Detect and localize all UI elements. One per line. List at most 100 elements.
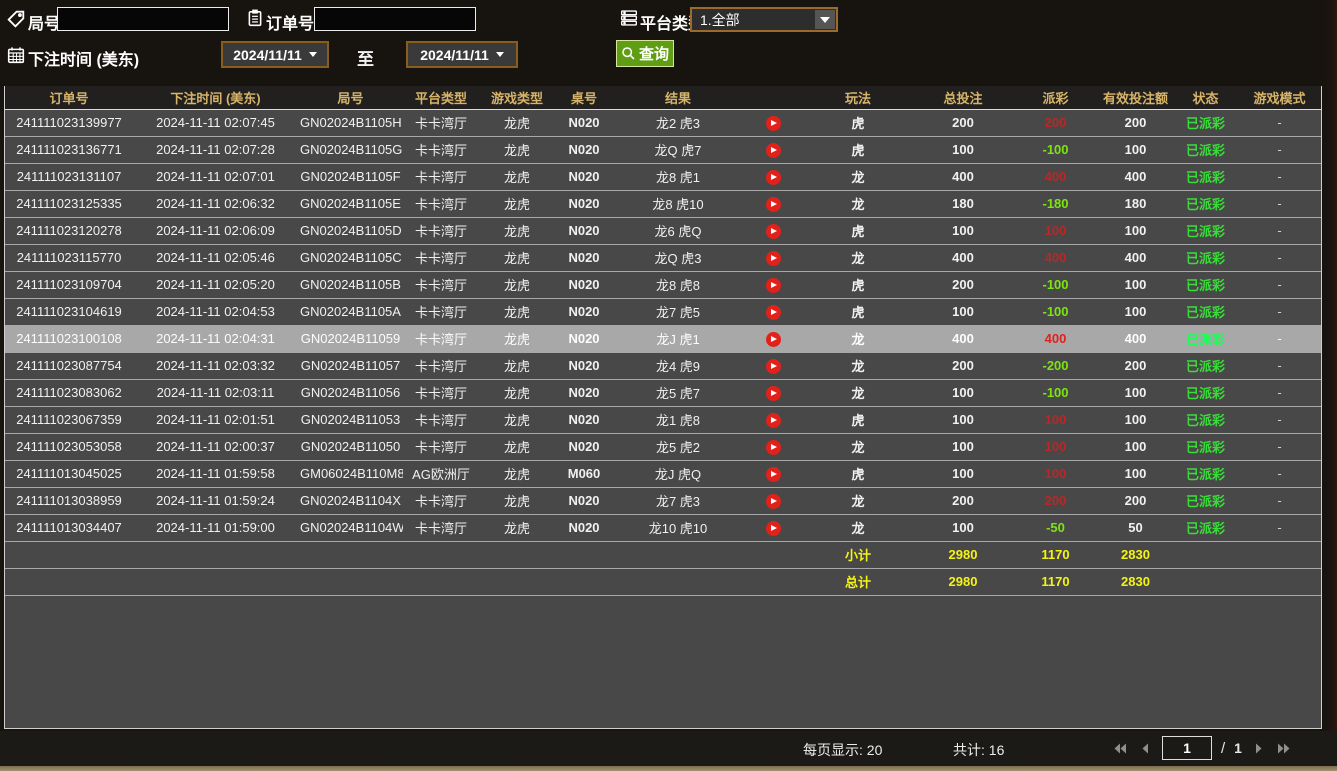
play-type-cell: 虎 (803, 217, 913, 244)
replay-play-icon[interactable] (766, 197, 781, 212)
replay-play-icon[interactable] (766, 521, 781, 536)
valid-bet-cell: 200 (1098, 487, 1173, 514)
replay-cell (743, 487, 803, 514)
background-right-strip (1323, 0, 1337, 771)
payout-cell: 100 (1013, 217, 1098, 244)
table-row[interactable]: 2411110130450252024-11-11 01:59:58GM0602… (5, 460, 1321, 487)
platform-type-select[interactable]: 1.全部 (690, 7, 838, 32)
round-number-label: 局号 (28, 10, 60, 34)
replay-play-icon[interactable] (766, 332, 781, 347)
valid-bet-cell: 400 (1098, 244, 1173, 271)
play-type-cell: 龙 (803, 514, 913, 541)
replay-play-icon[interactable] (766, 305, 781, 320)
table-no-cell: N020 (555, 217, 613, 244)
summary-empty-cell (555, 541, 613, 568)
game-type-cell: 龙虎 (479, 379, 555, 406)
replay-play-icon[interactable] (766, 224, 781, 239)
date-to-picker[interactable]: 2024/11/11 (406, 41, 518, 68)
replay-cell (743, 379, 803, 406)
payout-cell: 400 (1013, 163, 1098, 190)
game-mode-cell: - (1238, 163, 1321, 190)
play-type-cell: 虎 (803, 109, 913, 136)
table-row[interactable]: 2411110231253352024-11-11 02:06:32GN0202… (5, 190, 1321, 217)
replay-cell (743, 352, 803, 379)
table-row[interactable]: 2411110231399772024-11-11 02:07:45GN0202… (5, 109, 1321, 136)
bet-time-cell: 2024-11-11 01:59:00 (133, 514, 298, 541)
replay-play-icon[interactable] (766, 494, 781, 509)
replay-play-icon[interactable] (766, 440, 781, 455)
play-type-cell: 龙 (803, 487, 913, 514)
query-button[interactable]: 查询 (616, 40, 674, 67)
calendar-icon (7, 46, 25, 64)
table-row[interactable]: 2411110231046192024-11-11 02:04:53GN0202… (5, 298, 1321, 325)
order-id-cell: 241111013034407 (5, 514, 133, 541)
table-row[interactable]: 2411110230877542024-11-11 02:03:32GN0202… (5, 352, 1321, 379)
replay-play-icon[interactable] (766, 143, 781, 158)
summary-empty-cell (1173, 568, 1238, 595)
replay-play-icon[interactable] (766, 170, 781, 185)
replay-play-icon[interactable] (766, 278, 781, 293)
status-cell: 已派彩 (1173, 433, 1238, 460)
play-type-cell: 虎 (803, 298, 913, 325)
table-row[interactable]: 2411110231311072024-11-11 02:07:01GN0202… (5, 163, 1321, 190)
total-bet-cell: 100 (913, 514, 1013, 541)
play-type-cell: 龙 (803, 163, 913, 190)
platform-cell: 卡卡湾厅 (403, 244, 479, 271)
round-id-cell: GN02024B1105F (298, 163, 403, 190)
table-row[interactable]: 2411110230830622024-11-11 02:03:11GN0202… (5, 379, 1321, 406)
play-type-cell: 虎 (803, 460, 913, 487)
round-number-input[interactable] (57, 7, 229, 31)
game-mode-cell: - (1238, 217, 1321, 244)
result-cell: 龙Q 虎7 (613, 136, 743, 163)
table-row[interactable]: 2411110130389592024-11-11 01:59:24GN0202… (5, 487, 1321, 514)
payout-cell: 100 (1013, 460, 1098, 487)
platform-cell: 卡卡湾厅 (403, 433, 479, 460)
summary-empty-cell (133, 541, 298, 568)
table-no-cell: N020 (555, 109, 613, 136)
next-page-icon[interactable] (1251, 740, 1267, 756)
platform-cell: 卡卡湾厅 (403, 136, 479, 163)
replay-play-icon[interactable] (766, 386, 781, 401)
table-row[interactable]: 2411110230673592024-11-11 02:01:51GN0202… (5, 406, 1321, 433)
valid-bet-cell: 100 (1098, 136, 1173, 163)
replay-play-icon[interactable] (766, 251, 781, 266)
table-row[interactable]: 2411110231001082024-11-11 02:04:31GN0202… (5, 325, 1321, 352)
table-row[interactable]: 2411110231367712024-11-11 02:07:28GN0202… (5, 136, 1321, 163)
date-from-picker[interactable]: 2024/11/11 (221, 41, 329, 68)
valid-bet-cell: 100 (1098, 460, 1173, 487)
replay-cell (743, 460, 803, 487)
round-id-cell: GN02024B1105C (298, 244, 403, 271)
query-button-label: 查询 (639, 43, 669, 64)
game-mode-cell: - (1238, 406, 1321, 433)
bet-time-cell: 2024-11-11 02:04:53 (133, 298, 298, 325)
replay-play-icon[interactable] (766, 359, 781, 374)
table-no-cell: N020 (555, 136, 613, 163)
payout-cell: 400 (1013, 325, 1098, 352)
page-input[interactable]: 1 (1162, 736, 1212, 760)
table-row[interactable]: 2411110231202782024-11-11 02:06:09GN0202… (5, 217, 1321, 244)
total-bet-cell: 200 (913, 487, 1013, 514)
prev-page-icon[interactable] (1137, 740, 1153, 756)
replay-play-icon[interactable] (766, 467, 781, 482)
play-type-cell: 虎 (803, 136, 913, 163)
table-row[interactable]: 2411110130344072024-11-11 01:59:00GN0202… (5, 514, 1321, 541)
replay-play-icon[interactable] (766, 116, 781, 131)
first-page-icon[interactable] (1112, 740, 1128, 756)
game-type-cell: 龙虎 (479, 244, 555, 271)
table-row[interactable]: 2411110230530582024-11-11 02:00:37GN0202… (5, 433, 1321, 460)
replay-cell (743, 271, 803, 298)
date-dropdown-icon (309, 52, 317, 57)
summary-empty-cell (1238, 568, 1321, 595)
table-row[interactable]: 2411110231097042024-11-11 02:05:20GN0202… (5, 271, 1321, 298)
order-number-input[interactable] (314, 7, 476, 31)
game-mode-cell: - (1238, 190, 1321, 217)
play-type-cell: 虎 (803, 406, 913, 433)
last-page-icon[interactable] (1276, 740, 1292, 756)
platform-cell: 卡卡湾厅 (403, 379, 479, 406)
replay-play-icon[interactable] (766, 413, 781, 428)
table-row[interactable]: 2411110231157702024-11-11 02:05:46GN0202… (5, 244, 1321, 271)
round-id-cell: GM06024B110M8 (298, 460, 403, 487)
valid-bet-cell: 100 (1098, 406, 1173, 433)
game-mode-cell: - (1238, 487, 1321, 514)
play-type-cell: 龙 (803, 190, 913, 217)
